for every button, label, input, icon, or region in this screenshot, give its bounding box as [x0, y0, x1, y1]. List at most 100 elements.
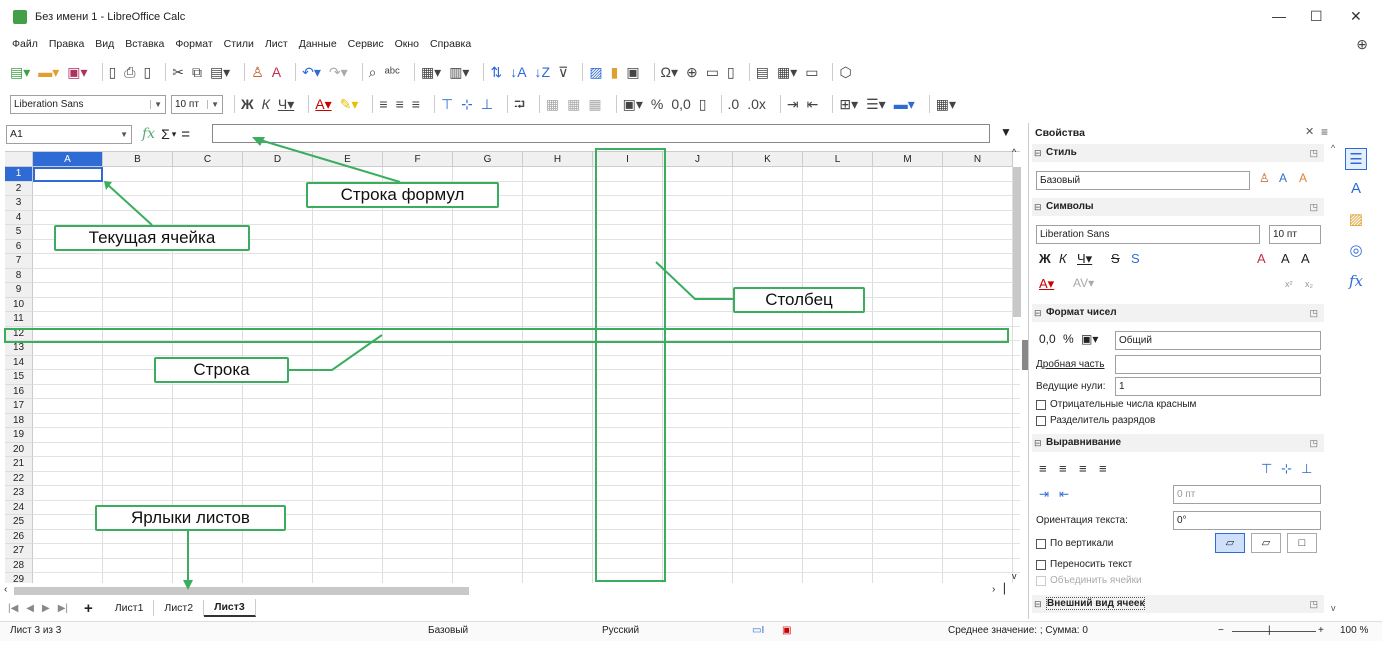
row-header[interactable]: 26 [5, 529, 33, 544]
page-style[interactable]: Базовый [428, 625, 468, 636]
name-box[interactable]: A1 ▼ [6, 124, 132, 144]
sort-descending-icon[interactable]: ↓Z [535, 62, 551, 82]
character-spacing-icon[interactable]: AV▾ [1073, 276, 1094, 290]
save-icon[interactable]: ▣▾ [67, 62, 87, 82]
sidebar-font-color-icon[interactable]: A▾ [1039, 276, 1054, 292]
function-wizard-icon[interactable]: fx [142, 126, 155, 142]
column-header[interactable]: C [173, 152, 243, 167]
sidebar-font-select[interactable]: Liberation Sans [1036, 225, 1260, 244]
row-header[interactable]: 16 [5, 384, 33, 399]
sidebar-justify-icon[interactable]: ≡ [1099, 461, 1107, 476]
clone-formatting-icon[interactable]: ♙ [251, 62, 264, 82]
border-style-icon[interactable]: ☰▾ [866, 94, 886, 114]
maximize-button[interactable]: ☐ [1310, 8, 1323, 25]
sidebar-bold-icon[interactable]: Ж [1039, 251, 1051, 266]
vertical-text-checkbox[interactable]: По вертикали [1036, 538, 1113, 549]
conditional-format-icon[interactable]: ▦▾ [936, 94, 956, 114]
scroll-right-icon[interactable]: › [992, 584, 995, 595]
column-header[interactable]: F [383, 152, 453, 167]
number-format-icon[interactable]: 0,0 [671, 94, 690, 114]
font-name-combo[interactable]: Liberation Sans ▼ [10, 94, 166, 114]
sheet-tab[interactable]: Лист2 [154, 600, 205, 616]
undo-icon[interactable]: ↶▾ [302, 62, 321, 82]
selection-mode-icon[interactable]: ▭I [752, 625, 764, 636]
menu-data[interactable]: Данные [299, 38, 337, 50]
row-header[interactable]: 15 [5, 370, 33, 385]
merge-center-icon[interactable]: ▦ [546, 94, 559, 114]
align-bottom-icon[interactable]: ⊥ [481, 94, 493, 114]
scroll-left-icon[interactable]: ‹ [4, 584, 7, 595]
navigator-deck-icon[interactable]: ◎ [1345, 240, 1367, 262]
sort-icon[interactable]: ⇅ [490, 62, 502, 82]
underline-icon[interactable]: Ч▾ [278, 94, 294, 114]
align-top-icon[interactable]: ⊤ [441, 94, 453, 114]
sidebar-align-bottom-icon[interactable]: ⊥ [1301, 461, 1312, 477]
comment-icon[interactable]: ▭ [706, 62, 719, 82]
border-color-icon[interactable]: ▬▾ [894, 94, 915, 114]
copy-icon[interactable]: ⧉ [192, 62, 202, 82]
minimize-button[interactable]: — [1272, 8, 1286, 24]
zoom-slider[interactable] [1232, 631, 1316, 632]
row-header[interactable]: 29 [5, 573, 33, 583]
section-cell-appearance[interactable]: Внешний вид ячеек◳ [1032, 595, 1324, 613]
row-header[interactable]: 1 [5, 167, 33, 182]
section-style[interactable]: Стиль◳ [1032, 144, 1324, 162]
currency-format-icon[interactable]: ▣▾ [623, 94, 643, 114]
zoom-out-icon[interactable]: − [1218, 625, 1224, 636]
sidebar-decrease-indent-icon[interactable]: ⇤ [1059, 487, 1069, 501]
unmerge-cells-icon[interactable]: ▦ [588, 94, 601, 114]
chevron-down-icon[interactable]: ▾ [172, 129, 177, 140]
first-sheet-icon[interactable]: |◀ [8, 603, 18, 614]
split-window-icon[interactable]: ▭ [805, 62, 818, 82]
styles-deck-icon[interactable]: A [1345, 178, 1367, 200]
italic-icon[interactable]: К [262, 94, 270, 114]
wrap-text-icon[interactable]: ⮒ [514, 94, 525, 114]
horizontal-scrollbar[interactable]: ‹ › ▏ [0, 584, 1020, 598]
sidebar-scroll-down-icon[interactable]: v [1331, 603, 1336, 613]
section-characters[interactable]: Символы◳ [1032, 198, 1324, 216]
menu-help[interactable]: Справка [430, 38, 471, 50]
hyperlink-icon[interactable]: ⊕ [686, 62, 698, 82]
formula-equals-icon[interactable]: = [181, 126, 190, 143]
close-button[interactable]: ✕ [1350, 8, 1362, 25]
autofilter-icon[interactable]: ⊽ [558, 62, 568, 82]
rotate-standard-icon[interactable]: □ [1287, 533, 1317, 553]
column-header[interactable]: E [313, 152, 383, 167]
insert-image-icon[interactable]: ▨ [589, 62, 602, 82]
style-select[interactable]: Базовый [1036, 171, 1250, 190]
rotate-bottom-icon[interactable]: ▱ [1215, 533, 1245, 553]
scroll-down-icon[interactable]: v [1012, 571, 1017, 581]
sidebar-underline-icon[interactable]: Ч▾ [1077, 251, 1092, 267]
menu-edit[interactable]: Правка [49, 38, 84, 50]
sheet-tab-active[interactable]: Лист3 [204, 599, 256, 617]
row-header[interactable]: 13 [5, 341, 33, 356]
column-icon[interactable]: ▥▾ [449, 62, 469, 82]
insert-chart-icon[interactable]: ▮ [611, 62, 619, 82]
percent-format-icon[interactable]: % [651, 94, 663, 114]
superscript-icon[interactable]: x² [1285, 279, 1293, 289]
sidebar-increase-indent-icon[interactable]: ⇥ [1039, 487, 1049, 501]
row-header[interactable]: 12 [5, 326, 33, 341]
zoom-level[interactable]: 100 % [1340, 625, 1368, 636]
row-header[interactable]: 24 [5, 500, 33, 515]
column-header[interactable]: M [873, 152, 943, 167]
close-sidebar-icon[interactable]: ✕ [1305, 125, 1314, 138]
sidebar-italic-icon[interactable]: К [1059, 251, 1067, 266]
row-header[interactable]: 20 [5, 442, 33, 457]
sidebar-align-left-icon[interactable]: ≡ [1039, 461, 1047, 476]
open-folder-icon[interactable]: ▬▾ [38, 62, 59, 82]
menu-sheet[interactable]: Лист [265, 38, 288, 50]
add-sheet-icon[interactable]: + [84, 600, 93, 617]
row-header[interactable]: 28 [5, 558, 33, 573]
column-header[interactable]: J [663, 152, 733, 167]
select-all-corner[interactable] [5, 152, 33, 167]
sidebar-align-center-icon[interactable]: ≡ [1059, 461, 1067, 476]
redo-icon[interactable]: ↷▾ [329, 62, 348, 82]
current-cell-cursor[interactable] [33, 167, 103, 182]
functions-deck-icon[interactable]: fx [1345, 270, 1367, 292]
zoom-in-icon[interactable]: + [1318, 625, 1324, 636]
prev-sheet-icon[interactable]: ◀ [26, 603, 34, 614]
align-center-icon[interactable]: ≡ [396, 94, 404, 114]
new-document-icon[interactable]: ▤▾ [10, 62, 30, 82]
row-header[interactable]: 18 [5, 413, 33, 428]
